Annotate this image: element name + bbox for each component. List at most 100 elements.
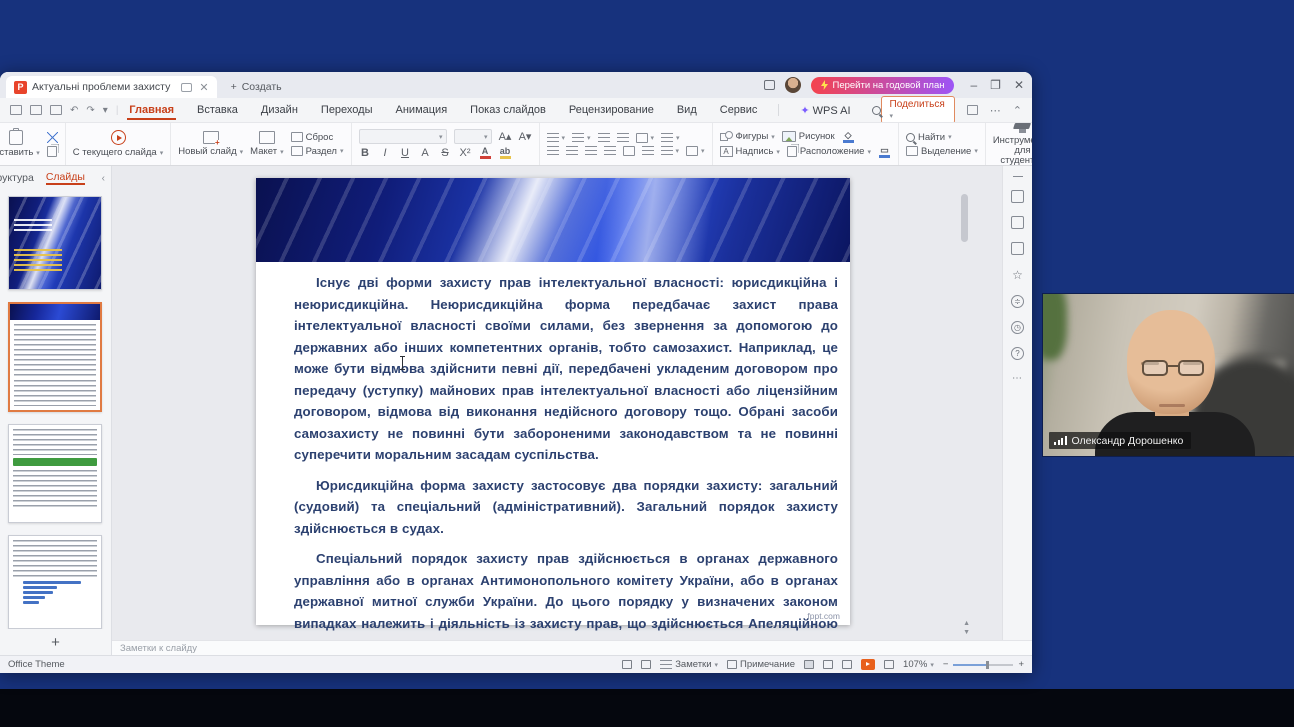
paragraph-spacing-icon[interactable] — [642, 146, 654, 155]
increase-font-icon[interactable]: A▴ — [499, 130, 512, 143]
zoom-slider[interactable]: − + — [943, 659, 1024, 670]
selection-button[interactable]: Выделение▾ — [906, 146, 978, 157]
text-effects-button[interactable]: A — [419, 147, 432, 159]
font-size-combobox[interactable]: ▾ — [454, 129, 492, 144]
settings-sliders-icon[interactable]: ≑ — [1011, 295, 1024, 308]
tab-home[interactable]: Главная — [127, 100, 176, 120]
paste-button[interactable]: Вставить▾ — [0, 130, 40, 158]
slide-banner-image[interactable] — [256, 178, 850, 262]
collapse-ribbon-icon[interactable]: ⌃ — [1013, 104, 1022, 117]
status-tool-icon-2[interactable] — [641, 660, 651, 669]
tab-wps-ai[interactable]: ✦WPS AI — [798, 100, 852, 121]
align-right-icon[interactable] — [585, 146, 597, 155]
superscript-button[interactable]: X² — [459, 147, 472, 159]
table-button[interactable]: ▾ — [636, 133, 655, 143]
status-tool-icon-1[interactable] — [622, 660, 632, 669]
vertical-align-button[interactable]: ▾ — [686, 146, 705, 156]
outline-tab[interactable]: Структура — [0, 172, 34, 184]
text-direction-button[interactable]: ▾ — [661, 146, 680, 155]
comment-button[interactable]: Примечание — [727, 659, 795, 670]
tab-design[interactable]: Дизайн — [259, 100, 300, 120]
new-tab-button[interactable]: + Создать — [231, 76, 282, 98]
font-name-combobox[interactable]: ▾ — [359, 129, 447, 144]
tab-slideshow[interactable]: Показ слайдов — [468, 100, 548, 120]
zoom-slider-handle[interactable] — [986, 661, 989, 669]
slide-paragraph-1[interactable]: Існує дві форми захисту прав інтелектуал… — [294, 272, 838, 466]
decrease-indent-icon[interactable] — [598, 133, 610, 142]
print-preview-icon[interactable] — [50, 105, 62, 115]
picture-button[interactable]: Рисунок — [782, 131, 835, 142]
underline-button[interactable]: U — [399, 147, 412, 159]
document-tab[interactable]: P Актуальні проблеми захисту ✕ — [6, 76, 217, 98]
align-left-icon[interactable] — [547, 146, 559, 155]
favorites-star-icon[interactable]: ☆ — [1012, 268, 1023, 282]
rail-more-icon[interactable]: ⋯ — [1012, 373, 1023, 384]
undo-icon[interactable]: ↶ — [70, 105, 78, 116]
reset-button[interactable]: Сброс — [291, 132, 344, 143]
find-button[interactable]: Найти▾ — [906, 132, 978, 143]
slide-paragraph-3[interactable]: Спеціальний порядок захисту прав здійсню… — [294, 548, 838, 640]
bullets-button[interactable]: ▾ — [547, 133, 566, 142]
slides-tab[interactable]: Слайды — [46, 171, 85, 185]
help-icon[interactable]: ? — [1011, 347, 1024, 360]
student-tools-button[interactable]: Инструменты для студентов — [993, 123, 1032, 166]
arrange-button[interactable]: Расположение▾ — [787, 146, 871, 157]
feedback-icon[interactable] — [967, 105, 978, 115]
slide-paragraph-2[interactable]: Юрисдикційна форма захисту застосовує дв… — [294, 475, 838, 540]
line-spacing-button[interactable]: ▾ — [661, 133, 680, 142]
slideshow-button[interactable] — [861, 659, 875, 670]
minimize-button[interactable]: – — [970, 78, 977, 92]
shape-edit-icon[interactable] — [1011, 216, 1024, 229]
layers-icon[interactable] — [1011, 242, 1024, 255]
tab-animation[interactable]: Анимация — [394, 100, 450, 120]
tab-review[interactable]: Рецензирование — [567, 100, 656, 120]
numbering-button[interactable]: ▾ — [572, 133, 591, 142]
shapes-button[interactable]: Фигуры▾ — [720, 131, 775, 142]
decrease-font-icon[interactable]: A▾ — [519, 130, 532, 143]
collapse-rail-icon[interactable] — [1013, 176, 1023, 177]
quick-access-more-icon[interactable]: ▾ — [103, 105, 108, 116]
more-options-icon[interactable]: ⋯ — [990, 104, 1001, 117]
slide-canvas[interactable]: Існує дві форми захисту прав інтелектуал… — [256, 178, 850, 625]
redo-icon[interactable]: ↷ — [86, 105, 94, 116]
upgrade-plan-button[interactable]: Перейти на годовой план — [811, 77, 954, 94]
shape-fill-button[interactable]: ◇ — [842, 131, 855, 143]
window-mode-icon[interactable] — [764, 80, 775, 90]
notes-toggle-button[interactable]: Заметки▾ — [660, 659, 718, 670]
close-button[interactable]: ✕ — [1014, 78, 1024, 92]
cut-icon[interactable] — [47, 132, 58, 143]
webcam-video-tile[interactable]: Олександр Дорошенко — [1043, 294, 1294, 456]
zoom-level-button[interactable]: 107%▾ — [903, 659, 934, 670]
save-icon[interactable] — [10, 105, 22, 115]
search-icon[interactable] — [872, 106, 881, 115]
layout-button[interactable]: Макет▾ — [250, 131, 283, 157]
textbox-button[interactable]: AНадпись▾ — [720, 146, 780, 157]
account-avatar[interactable] — [785, 77, 801, 93]
notes-bar[interactable]: Заметки к слайду — [112, 640, 1032, 655]
tab-insert[interactable]: Вставка — [195, 100, 240, 120]
restore-button[interactable]: ❐ — [990, 78, 1001, 92]
tab-transitions[interactable]: Переходы — [319, 100, 375, 120]
slide-thumbnail-1[interactable] — [8, 196, 102, 290]
play-from-current-slide-button[interactable]: С текущего слайда▾ — [73, 130, 163, 158]
tab-view[interactable]: Вид — [675, 100, 699, 120]
font-color-button[interactable]: A — [479, 147, 492, 159]
quick-tools-icon[interactable] — [1011, 190, 1024, 203]
scroll-up-icon[interactable]: ▲ — [963, 620, 970, 627]
increase-indent-icon[interactable] — [617, 133, 629, 142]
align-center-icon[interactable] — [566, 146, 578, 155]
strikethrough-button[interactable]: S — [439, 147, 452, 159]
slide-thumbnail-3[interactable] — [8, 424, 102, 522]
collapse-panel-icon[interactable]: ‹ — [102, 173, 105, 184]
bold-button[interactable]: B — [359, 147, 372, 159]
add-slide-button[interactable]: + — [0, 629, 111, 655]
tab-tools[interactable]: Сервис — [718, 100, 760, 120]
zoom-in-icon[interactable]: + — [1018, 659, 1024, 670]
slide-thumbnail-4[interactable] — [8, 535, 102, 629]
tab-close-icon[interactable]: ✕ — [199, 81, 208, 94]
slide-text-block[interactable]: Існує дві форми захисту прав інтелектуал… — [256, 262, 850, 640]
share-button[interactable]: Поделиться ▾ — [881, 96, 955, 124]
italic-button[interactable]: I — [379, 147, 392, 159]
slide-editor-canvas[interactable]: Існує дві форми захисту прав інтелектуал… — [112, 166, 1002, 640]
columns-icon[interactable] — [623, 146, 635, 156]
